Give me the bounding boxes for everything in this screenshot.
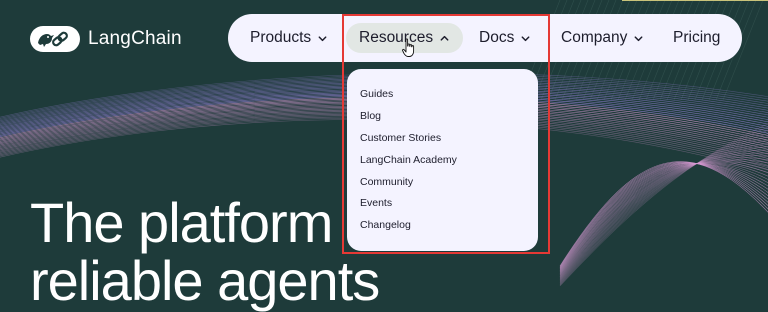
menu-item-customer-stories[interactable]: Customer Stories bbox=[360, 132, 441, 144]
wave-line bbox=[559, 163, 768, 273]
menu-item-changelog[interactable]: Changelog bbox=[360, 219, 411, 231]
nav-item-company[interactable]: Company bbox=[561, 23, 644, 53]
hero-line-2: reliable agents bbox=[30, 249, 380, 312]
nav-item-pricing[interactable]: Pricing bbox=[673, 23, 720, 53]
top-strip bbox=[622, 0, 768, 1]
parrot-link-icon bbox=[30, 26, 80, 52]
hand-pointer-icon bbox=[402, 38, 415, 57]
wave-line bbox=[559, 136, 768, 284]
nav-item-label: Docs bbox=[479, 29, 515, 46]
hero-headline: The platform f reliable agents bbox=[30, 191, 380, 312]
wave-line bbox=[559, 129, 768, 285]
menu-item-guides[interactable]: Guides bbox=[360, 88, 393, 100]
resources-dropdown-menu: Guides Blog Customer Stories LangChain A… bbox=[347, 69, 538, 251]
chevron-up-icon bbox=[440, 35, 449, 41]
wave-line bbox=[559, 126, 768, 286]
wave-line bbox=[559, 123, 768, 286]
wave-line bbox=[559, 158, 768, 278]
menu-item-langchain-academy[interactable]: LangChain Academy bbox=[360, 154, 457, 166]
chevron-down-icon bbox=[521, 35, 530, 41]
nav-item-label: Company bbox=[561, 29, 628, 46]
hero-line-1: The platform f bbox=[30, 191, 362, 254]
nav-item-label: Resources bbox=[359, 29, 434, 46]
nav-item-label: Pricing bbox=[673, 29, 721, 46]
menu-item-blog[interactable]: Blog bbox=[360, 110, 381, 122]
nav-item-docs[interactable]: Docs bbox=[479, 23, 531, 53]
main-navbar: Products Resources Docs Company Pricing bbox=[228, 14, 742, 62]
menu-item-community[interactable]: Community bbox=[360, 176, 413, 188]
chevron-down-icon bbox=[318, 35, 327, 41]
nav-item-label: Products bbox=[250, 29, 312, 46]
brand-logo[interactable]: LangChain bbox=[30, 24, 182, 54]
brand-name: LangChain bbox=[88, 28, 182, 49]
nav-item-products[interactable]: Products bbox=[250, 23, 328, 53]
wave-line bbox=[559, 139, 768, 283]
chevron-down-icon bbox=[634, 35, 643, 41]
menu-item-events[interactable]: Events bbox=[360, 197, 392, 209]
